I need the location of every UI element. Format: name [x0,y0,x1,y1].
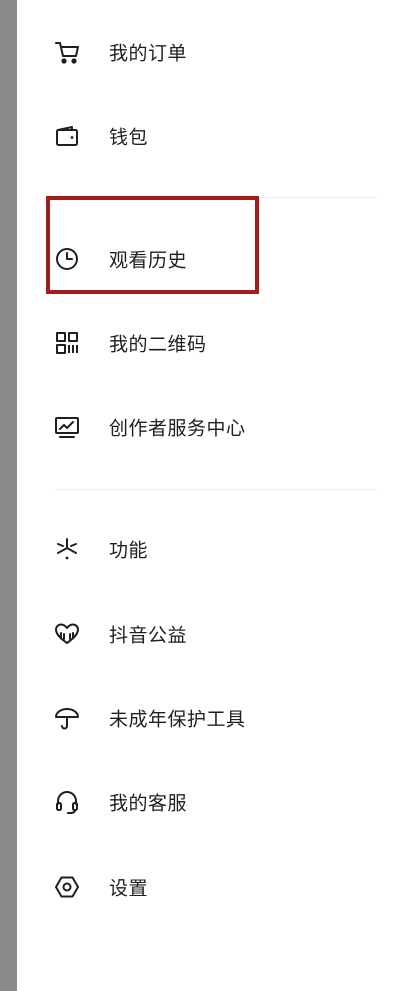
menu-item-label: 我的订单 [109,42,188,65]
menu-item-creator-center[interactable]: 创作者服务中心 [17,399,400,455]
menu-item-orders[interactable]: 我的订单 [17,24,400,80]
qr-code-icon [52,328,82,358]
highlight-box [46,196,259,294]
side-menu: 我的订单 钱包 观看历史 我的二维码 创作者服务中心 功能 抖音公益 未成年保护… [17,0,400,991]
left-edge-shadow [0,0,17,991]
umbrella-icon [52,703,82,733]
headset-icon [52,787,82,817]
menu-item-label: 功能 [109,539,149,562]
menu-item-label: 我的客服 [109,792,188,815]
divider [55,489,377,490]
menu-item-label: 我的二维码 [109,333,207,356]
menu-item-settings[interactable]: 设置 [17,859,400,915]
spark-icon [52,534,82,564]
menu-item-customer-service[interactable]: 我的客服 [17,774,400,830]
menu-item-wallet[interactable]: 钱包 [17,108,400,164]
menu-item-features[interactable]: 功能 [17,521,400,577]
cart-icon [52,37,82,67]
menu-item-public-welfare[interactable]: 抖音公益 [17,606,400,662]
menu-item-label: 钱包 [109,126,149,149]
menu-item-minor-protection[interactable]: 未成年保护工具 [17,690,400,746]
menu-item-label: 设置 [109,877,149,900]
wallet-icon [52,121,82,151]
menu-item-qr-code[interactable]: 我的二维码 [17,315,400,371]
menu-item-label: 未成年保护工具 [109,708,246,731]
monitor-chart-icon [52,412,82,442]
heart-hands-icon [52,619,82,649]
menu-item-label: 抖音公益 [109,624,188,647]
settings-hexagon-icon [52,872,82,902]
menu-item-label: 创作者服务中心 [109,417,246,440]
